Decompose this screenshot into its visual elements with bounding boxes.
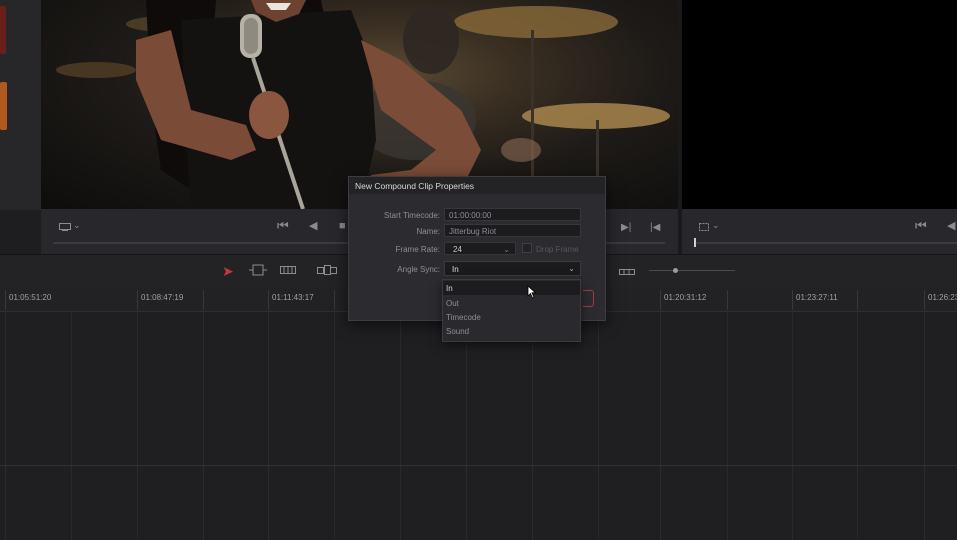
clip-thumbnail[interactable]: [0, 6, 6, 54]
selection-pointer-icon[interactable]: ➤: [222, 263, 234, 280]
grid-line: [660, 312, 661, 540]
clip-view-icon[interactable]: [619, 264, 635, 280]
angle-sync-select[interactable]: In ⌄: [444, 261, 581, 276]
stop-icon[interactable]: ■: [339, 220, 346, 233]
grid-line: [532, 312, 533, 540]
dialog-title[interactable]: New Compound Clip Properties: [349, 177, 605, 194]
trim-tool-icon[interactable]: [249, 263, 267, 280]
program-transport-bar: ⌄ ⏮ ◀: [682, 209, 957, 254]
program-viewer[interactable]: [682, 0, 957, 209]
grid-line: [137, 312, 138, 540]
frame-rate-select[interactable]: 24 ⌄: [444, 242, 516, 255]
mouse-cursor-icon: [527, 285, 537, 299]
angle-sync-dropdown: In Out Timecode Sound: [442, 279, 581, 342]
ruler-tick: [137, 290, 138, 310]
start-timecode-label: Start Timecode:: [383, 211, 440, 220]
ruler-tick: [727, 290, 728, 310]
ruler-tick: [660, 290, 661, 310]
insert-clip-icon[interactable]: [317, 263, 337, 280]
dropdown-option-out[interactable]: Out: [443, 296, 580, 310]
start-timecode-field[interactable]: 01:00:00:00: [444, 208, 581, 221]
grid-line: [71, 312, 72, 540]
grid-line: [598, 312, 599, 540]
grid-line: [727, 312, 728, 540]
grid-line: [924, 312, 925, 540]
ruler-tick: [5, 290, 6, 310]
ruler-tick: [857, 290, 858, 310]
skip-to-end-icon[interactable]: |◀: [650, 221, 660, 234]
grid-line: [857, 312, 858, 540]
name-label: Name:: [416, 227, 440, 236]
ruler-timecode: 01:08:47:19: [141, 293, 184, 302]
playhead-marker[interactable]: [694, 238, 696, 247]
track-separator: [0, 465, 957, 466]
name-field[interactable]: Jitterbug Riot: [444, 224, 581, 237]
angle-sync-value: In: [452, 265, 459, 274]
grid-line: [268, 312, 269, 540]
ruler-timecode: 01:11:43:17: [272, 293, 314, 302]
ruler-tick: [924, 290, 925, 310]
ruler-timecode: 01:23:27:11: [796, 293, 838, 302]
zoom-slider-track[interactable]: [649, 270, 735, 271]
zoom-slider-handle[interactable]: [673, 268, 678, 273]
dropdown-option-timecode[interactable]: Timecode: [443, 310, 580, 324]
program-scrub-bar[interactable]: [694, 242, 957, 244]
clip-thumbnail[interactable]: [0, 82, 7, 130]
chevron-down-icon: ⌄: [568, 264, 575, 273]
chevron-down-icon: ⌄: [503, 245, 510, 254]
ruler-tick: [792, 290, 793, 310]
grid-line: [203, 312, 204, 540]
monitor-icon[interactable]: [59, 221, 71, 234]
grid-line: [400, 312, 401, 540]
chevron-down-icon[interactable]: ⌄: [73, 219, 81, 232]
grid-line: [334, 312, 335, 540]
skip-to-start-icon[interactable]: ⏮: [277, 219, 289, 232]
chevron-down-icon[interactable]: ⌄: [712, 219, 720, 232]
frame-rate-value: 24: [453, 245, 462, 254]
drop-frame-checkbox[interactable]: [522, 243, 532, 253]
grid-line: [466, 312, 467, 540]
play-reverse-icon[interactable]: ◀: [947, 220, 955, 233]
angle-sync-label: Angle Sync:: [397, 265, 440, 274]
ok-button[interactable]: [583, 290, 594, 307]
frame-rate-label: Frame Rate:: [395, 245, 440, 254]
crop-frame-icon[interactable]: [698, 221, 710, 234]
dropdown-option-in[interactable]: In: [443, 281, 580, 295]
next-frame-icon[interactable]: ▶|: [621, 221, 631, 234]
ruler-timecode: 01:26:23: [928, 293, 957, 302]
ruler-tick: [203, 290, 204, 310]
grid-line: [5, 312, 6, 540]
play-reverse-icon[interactable]: ◀: [309, 220, 317, 233]
ruler-tick: [334, 290, 335, 310]
timeline-tracks[interactable]: [0, 312, 957, 540]
grid-line: [792, 312, 793, 540]
ruler-timecode: 01:05:51:20: [9, 293, 52, 302]
dropdown-option-sound[interactable]: Sound: [443, 324, 580, 338]
drop-frame-label: Drop Frame: [536, 245, 579, 254]
skip-to-start-icon[interactable]: ⏮: [915, 219, 927, 232]
blade-tool-icon[interactable]: [280, 263, 296, 279]
ruler-timecode: 01:20:31:12: [664, 293, 707, 302]
ruler-tick: [268, 290, 269, 310]
